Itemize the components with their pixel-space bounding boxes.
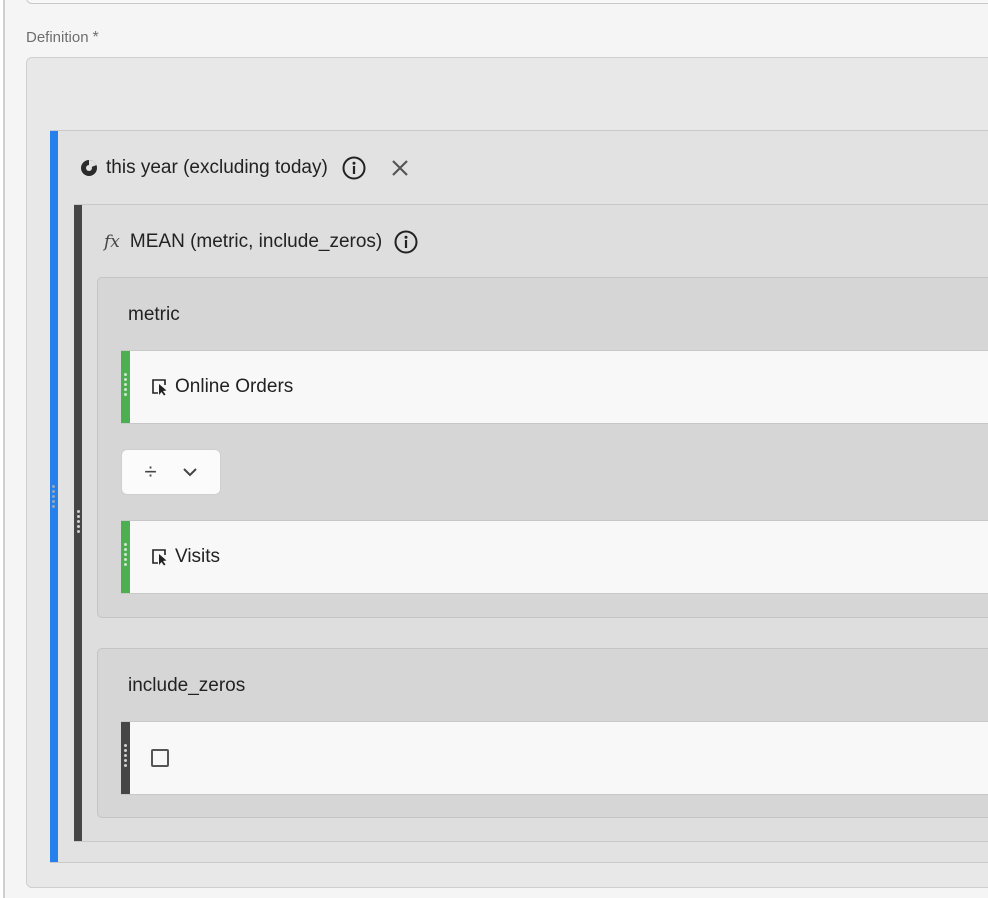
include-zeros-parameter[interactable]: include_zeros xyxy=(97,648,988,818)
metric-item-online-orders[interactable]: Online Orders xyxy=(121,350,988,424)
definition-label: Definition * xyxy=(26,29,99,46)
include-zeros-checkbox[interactable] xyxy=(151,749,169,767)
item-drag-handle[interactable] xyxy=(124,744,127,767)
segment-header: this year (excluding today) xyxy=(80,153,410,183)
segment-container[interactable]: this year (excluding today) fx MEAN (met… xyxy=(50,130,988,863)
metric-icon xyxy=(151,378,169,396)
item-drag-handle[interactable] xyxy=(124,373,127,396)
parameter-label: metric xyxy=(128,304,180,325)
metric-name: Visits xyxy=(175,546,221,567)
segment-drag-handle[interactable] xyxy=(52,485,55,508)
close-icon[interactable] xyxy=(390,158,410,178)
metric-name: Online Orders xyxy=(175,376,294,397)
info-icon[interactable] xyxy=(342,156,366,180)
info-icon[interactable] xyxy=(394,230,418,254)
function-title: MEAN (metric, include_zeros) xyxy=(129,231,383,252)
previous-field[interactable] xyxy=(26,0,988,4)
operator-dropdown[interactable]: ÷ xyxy=(121,449,221,495)
chevron-down-icon xyxy=(182,464,198,480)
segment-title: this year (excluding today) xyxy=(106,157,328,178)
function-header: fx MEAN (metric, include_zeros) xyxy=(104,227,418,257)
function-drag-handle[interactable] xyxy=(77,510,80,533)
function-container[interactable]: fx MEAN (metric, include_zeros) metric O… xyxy=(74,204,988,842)
item-drag-handle[interactable] xyxy=(124,543,127,566)
metric-item-visits[interactable]: Visits xyxy=(121,520,988,594)
segment-icon xyxy=(80,159,98,177)
fx-icon: fx xyxy=(104,232,120,252)
required-marker: * xyxy=(92,29,99,46)
parameter-label: include_zeros xyxy=(128,675,246,696)
left-rule xyxy=(0,0,5,898)
include-zeros-item[interactable] xyxy=(121,721,988,795)
metric-icon xyxy=(151,548,169,566)
divide-operator: ÷ xyxy=(144,459,157,484)
metric-parameter[interactable]: metric Online Orders ÷ Visits xyxy=(97,277,988,618)
